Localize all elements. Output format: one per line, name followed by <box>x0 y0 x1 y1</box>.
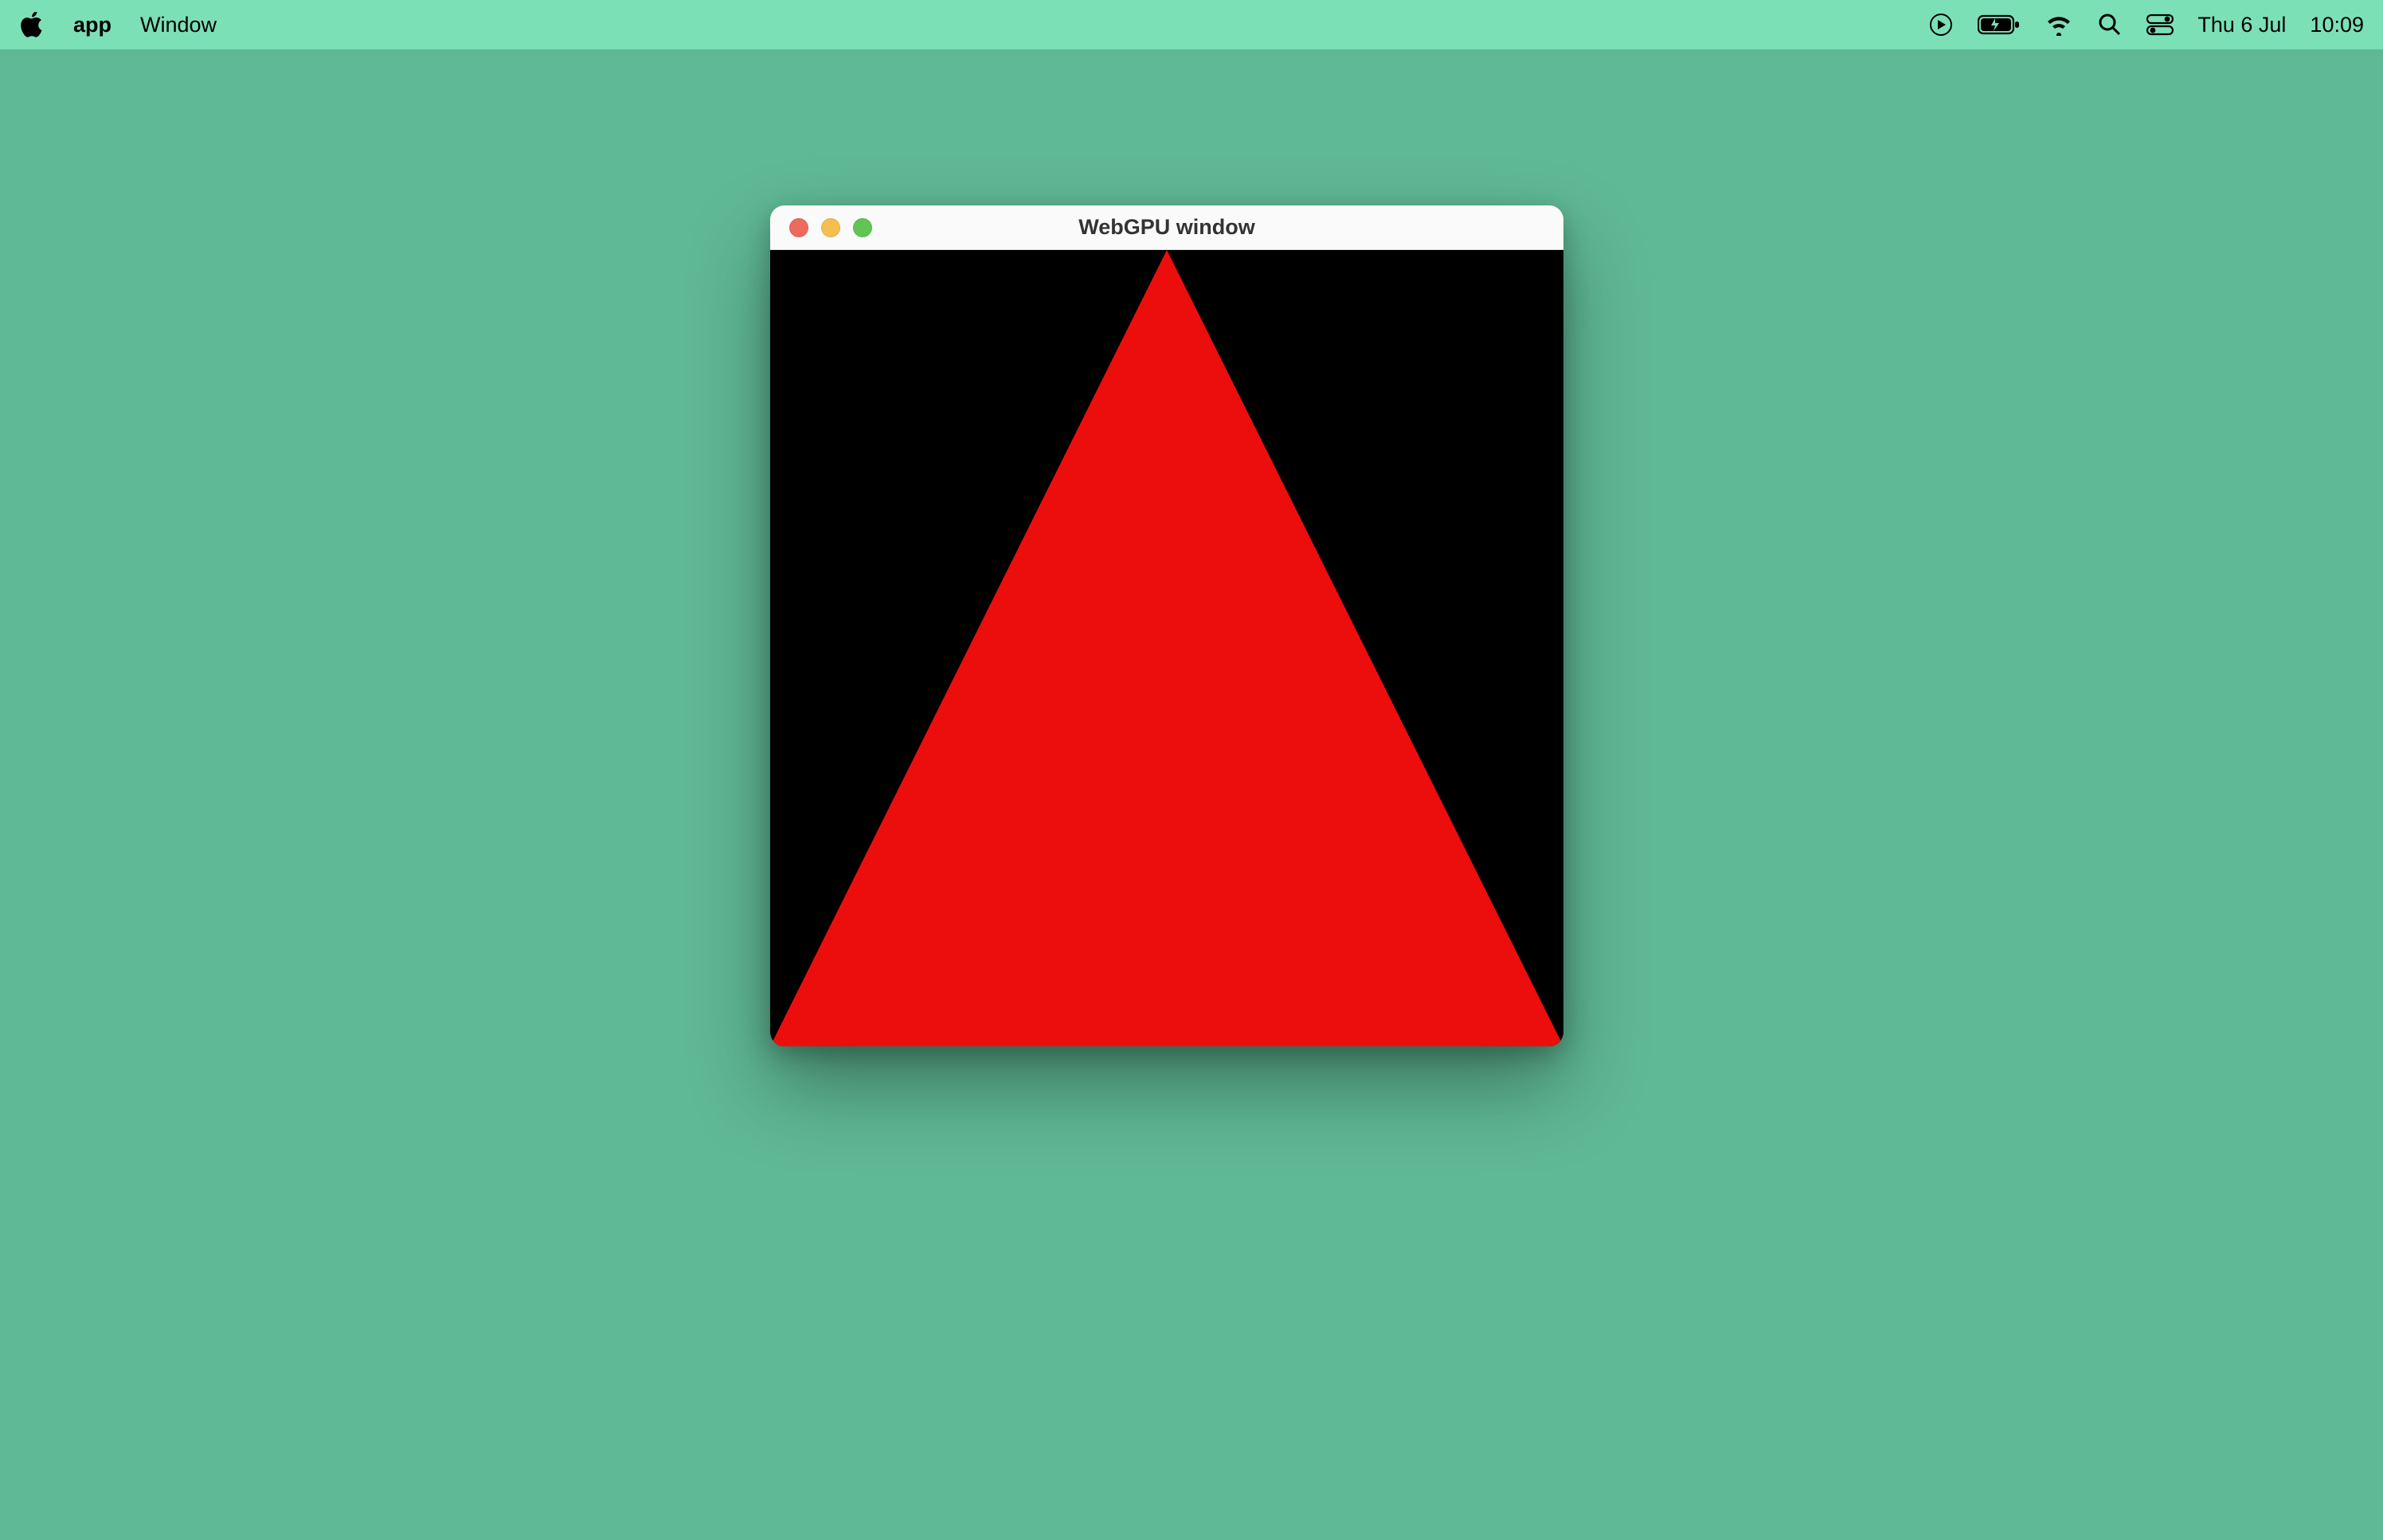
window-titlebar[interactable]: WebGPU window <box>770 205 1563 250</box>
menubar-right: Thu 6 Jul 10:09 <box>1928 12 2364 37</box>
window-content <box>770 250 1563 1046</box>
control-center-icon[interactable] <box>2146 14 2174 36</box>
window-zoom-button[interactable] <box>853 218 872 237</box>
menubar-date[interactable]: Thu 6 Jul <box>2197 13 2286 37</box>
window-minimize-button[interactable] <box>821 218 840 237</box>
menubar-left: app Window <box>19 12 217 37</box>
spotlight-icon[interactable] <box>2097 12 2123 37</box>
app-window[interactable]: WebGPU window <box>770 205 1563 1046</box>
window-close-button[interactable] <box>789 218 808 237</box>
now-playing-icon[interactable] <box>1928 12 1954 37</box>
menu-app-name[interactable]: app <box>73 13 112 37</box>
menu-window[interactable]: Window <box>140 13 217 37</box>
wifi-icon[interactable] <box>2045 14 2073 36</box>
menubar: app Window <box>0 0 2383 49</box>
window-title: WebGPU window <box>770 215 1563 240</box>
battery-icon[interactable] <box>1978 14 2021 36</box>
triangle-render <box>770 250 1563 1046</box>
menubar-time[interactable]: 10:09 <box>2310 13 2364 37</box>
apple-menu-icon[interactable] <box>19 12 45 37</box>
traffic-lights <box>770 218 872 237</box>
